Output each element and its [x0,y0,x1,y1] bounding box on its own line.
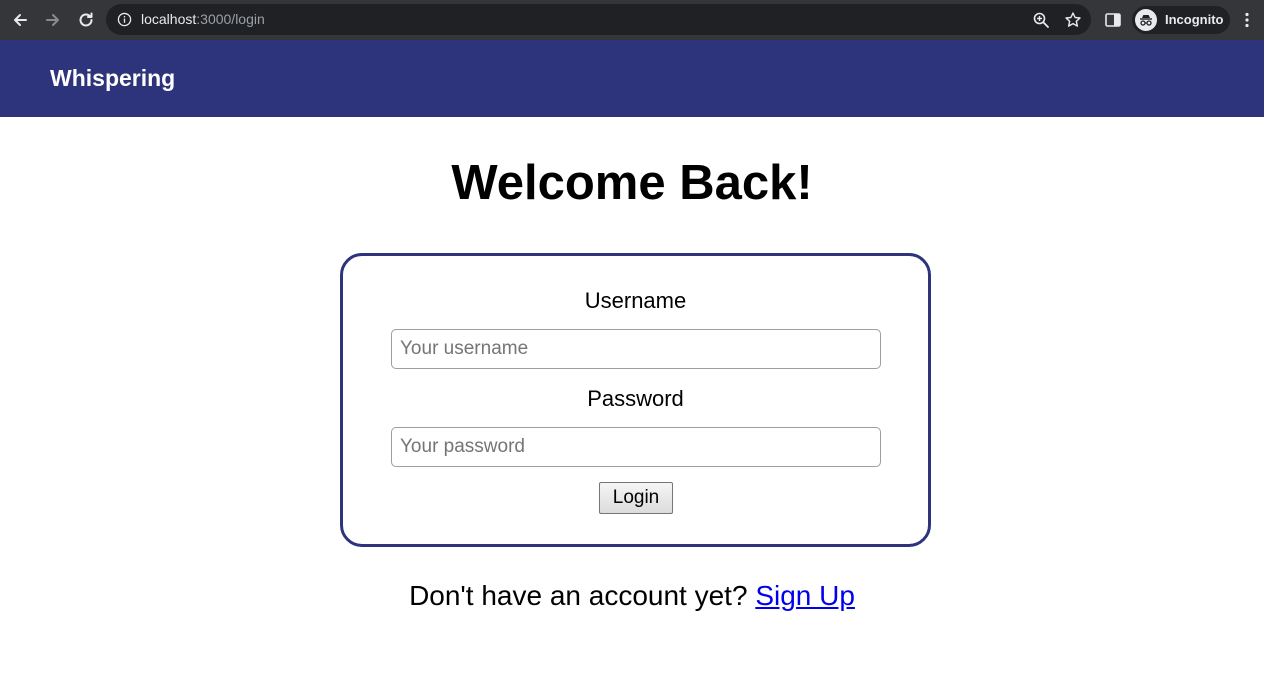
url-path: :3000/login [196,11,265,27]
forward-button[interactable] [40,7,66,33]
password-label: Password [587,386,684,411]
url-text[interactable]: localhost:3000/login [141,11,265,27]
app-header: Whispering [0,40,1264,117]
username-input[interactable] [391,329,881,369]
signup-prompt: Don't have an account yet? Sign Up [0,580,1264,612]
browser-toolbar: localhost:3000/login Incognito [0,0,1264,40]
star-icon[interactable] [1064,11,1082,29]
page-title: Welcome Back! [451,156,813,210]
arrow-left-icon [14,14,27,26]
password-input[interactable] [391,427,881,467]
address-bar[interactable]: localhost:3000/login [106,4,1091,35]
incognito-indicator[interactable]: Incognito [1132,6,1230,34]
url-host: localhost [141,11,197,27]
reload-button[interactable] [73,7,99,33]
reload-icon [79,12,93,27]
brand-logo-text[interactable]: Whispering [50,65,175,92]
vertical-dots-icon[interactable] [1238,11,1256,29]
incognito-icon [1135,9,1157,31]
zoom-icon[interactable] [1032,11,1050,29]
login-form: Username Password Login [340,253,931,547]
back-button[interactable] [7,7,33,33]
info-circle-icon[interactable] [117,12,132,27]
arrow-right-icon [46,14,59,26]
login-button[interactable]: Login [599,482,673,514]
incognito-label: Incognito [1165,12,1224,27]
username-label: Username [584,288,687,313]
signup-prompt-text: Don't have an account yet? [409,580,748,611]
side-panel-icon[interactable] [1104,11,1122,29]
signup-link[interactable]: Sign Up [755,580,855,611]
